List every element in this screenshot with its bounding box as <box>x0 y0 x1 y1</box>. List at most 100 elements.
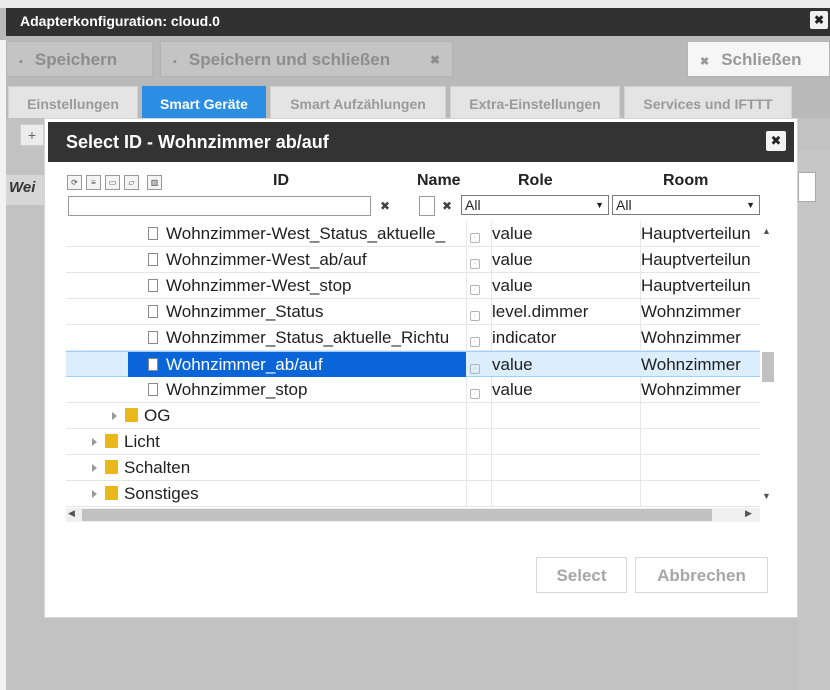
table-row[interactable]: Wohnzimmer_stop ◦ value Wohnzimmer <box>66 377 760 403</box>
close-label: Schließen <box>721 50 802 69</box>
row-room: Wohnzimmer <box>641 355 741 374</box>
floppy-icon: ▪ <box>19 56 23 68</box>
expand-arrow-icon[interactable] <box>92 438 97 446</box>
state-icon: ◦ <box>470 233 480 243</box>
save-button[interactable]: ▪ Speichern <box>6 41 153 77</box>
folder-label: Sonstiges <box>124 484 199 503</box>
dialog-title: Select ID - Wohnzimmer ab/auf <box>48 122 794 162</box>
column-header-role[interactable]: Role <box>518 172 553 190</box>
add-icon[interactable]: + <box>20 124 44 146</box>
tab-smart-geraete[interactable]: Smart Geräte <box>142 86 266 118</box>
clear-name-filter-icon[interactable]: ✖ <box>438 196 456 216</box>
column-header-id[interactable]: ID <box>273 172 289 190</box>
role-filter-select[interactable]: All ▼ <box>461 195 609 215</box>
file-icon <box>148 227 158 240</box>
folder-expand-icon[interactable]: ▱ <box>124 175 139 190</box>
scroll-right-icon[interactable]: ▶ <box>745 508 752 519</box>
row-role-cell: ◦ value <box>470 273 638 298</box>
row-id: Wohnzimmer-West_Status_aktuelle_ <box>166 224 446 243</box>
table-row[interactable]: Wohnzimmer-West_ab/auf ◦ value Hauptverte… <box>66 247 760 273</box>
state-icon: ◦ <box>470 364 480 374</box>
row-room: Wohnzimmer <box>641 380 741 399</box>
folder-cell: Licht <box>92 429 442 454</box>
row-room: Hauptverteilun <box>641 276 751 295</box>
scroll-down-icon[interactable]: ▼ <box>762 491 771 501</box>
tab-extra-einstellungen[interactable]: Extra-Einstellungen <box>450 86 620 118</box>
list-icon[interactable]: ≡ <box>86 175 101 190</box>
folder-row-schalten[interactable]: Schalten <box>66 455 760 481</box>
save-close-button[interactable]: ▪ Speichern und schließen ✖ <box>160 41 453 77</box>
tab-services-ifttt[interactable]: Services und IFTTT <box>624 86 792 118</box>
table-row[interactable]: Wohnzimmer-West_Status_aktuelle_ ◦ value … <box>66 221 760 247</box>
background-partial-label: Wei <box>6 175 44 205</box>
folder-row-og[interactable]: OG <box>66 403 760 429</box>
close-button[interactable]: ✖ Schließen <box>687 41 830 77</box>
row-id: Wohnzimmer_ab/auf <box>166 355 323 374</box>
dialog-close-icon[interactable]: ✖ <box>766 131 786 151</box>
role-filter-value: All <box>465 197 481 213</box>
row-id-cell: Wohnzimmer-West_stop <box>148 273 466 298</box>
file-icon <box>148 358 158 371</box>
row-room: Hauptverteilun <box>641 224 751 243</box>
close-icon: ✖ <box>429 53 440 67</box>
column-header-room[interactable]: Room <box>663 172 708 190</box>
scroll-up-icon[interactable]: ▲ <box>762 226 771 236</box>
file-icon <box>148 383 158 396</box>
horizontal-scroll-thumb[interactable] <box>82 509 712 521</box>
table-row[interactable]: Wohnzimmer_Status_aktuelle_Richtu ◦ indic… <box>66 325 760 351</box>
folder-row-licht[interactable]: Licht <box>66 429 760 455</box>
row-id: Wohnzimmer_Status <box>166 302 324 321</box>
folder-row-sonstiges[interactable]: Sonstiges <box>66 481 760 507</box>
row-room: Wohnzimmer <box>641 328 741 347</box>
save-label: Speichern <box>34 50 118 69</box>
row-id: Wohnzimmer-West_stop <box>166 276 352 295</box>
object-tree-grid: Wohnzimmer-West_Status_aktuelle_ ◦ value … <box>66 221 760 507</box>
folder-collapse-icon[interactable]: ▭ <box>105 175 120 190</box>
expand-arrow-icon[interactable] <box>92 464 97 472</box>
folder-cell: OG <box>112 403 462 428</box>
id-filter-input[interactable] <box>68 196 371 216</box>
vertical-scroll-thumb[interactable] <box>762 352 774 382</box>
refresh-icon[interactable]: ⟳ <box>67 175 82 190</box>
file-icon <box>148 253 158 266</box>
row-role-cell: ◦ level.dimmer <box>470 299 638 324</box>
row-role-cell: ◦ value <box>470 221 638 246</box>
select-button[interactable]: Select <box>536 557 627 593</box>
table-row[interactable]: Wohnzimmer_Status ◦ level.dimmer Wohnzimm… <box>66 299 760 325</box>
floppy-icon: ▪ <box>173 56 177 68</box>
expand-arrow-icon[interactable] <box>92 490 97 498</box>
row-role: value <box>492 355 533 374</box>
row-id-cell: Wohnzimmer_Status <box>148 299 466 324</box>
folder-icon <box>125 408 138 422</box>
state-icon: ◦ <box>470 311 480 321</box>
row-id-cell: Wohnzimmer_stop <box>148 377 466 402</box>
table-row[interactable]: Wohnzimmer-West_stop ◦ value Hauptverteil… <box>66 273 760 299</box>
columns-icon[interactable]: ▥ <box>147 175 162 190</box>
scroll-left-icon[interactable]: ◀ <box>68 508 75 519</box>
row-role-cell: ◦ indicator <box>470 325 638 350</box>
row-role: indicator <box>492 328 557 347</box>
row-role-cell: ◦ value <box>470 352 638 377</box>
clear-id-filter-icon[interactable]: ✖ <box>376 196 394 216</box>
expand-arrow-icon[interactable] <box>112 412 117 420</box>
tab-smart-aufzaehlungen[interactable]: Smart Aufzählungen <box>270 86 446 118</box>
close-icon: ✖ <box>700 56 710 68</box>
dropdown-arrow-icon: ▼ <box>746 200 755 210</box>
row-id-cell: Wohnzimmer-West_Status_aktuelle_ <box>148 221 466 246</box>
row-role: value <box>492 224 533 243</box>
folder-icon <box>105 486 118 500</box>
state-icon: ◦ <box>470 389 480 399</box>
table-row-selected[interactable]: Wohnzimmer_ab/auf ◦ value Wohnzimmer <box>66 351 760 377</box>
column-header-name[interactable]: Name <box>417 172 461 190</box>
save-close-label: Speichern und schließen <box>188 50 391 69</box>
row-role: value <box>492 380 533 399</box>
room-filter-select[interactable]: All ▼ <box>612 195 760 215</box>
row-room: Wohnzimmer <box>641 302 741 321</box>
tab-einstellungen[interactable]: Einstellungen <box>8 86 138 118</box>
state-icon: ◦ <box>470 259 480 269</box>
name-filter-input[interactable] <box>419 196 435 216</box>
window-close-icon[interactable]: ✖ <box>810 11 828 29</box>
cancel-button[interactable]: Abbrechen <box>635 557 768 593</box>
row-id: Wohnzimmer-West_ab/auf <box>166 250 367 269</box>
folder-label: Licht <box>124 432 160 451</box>
